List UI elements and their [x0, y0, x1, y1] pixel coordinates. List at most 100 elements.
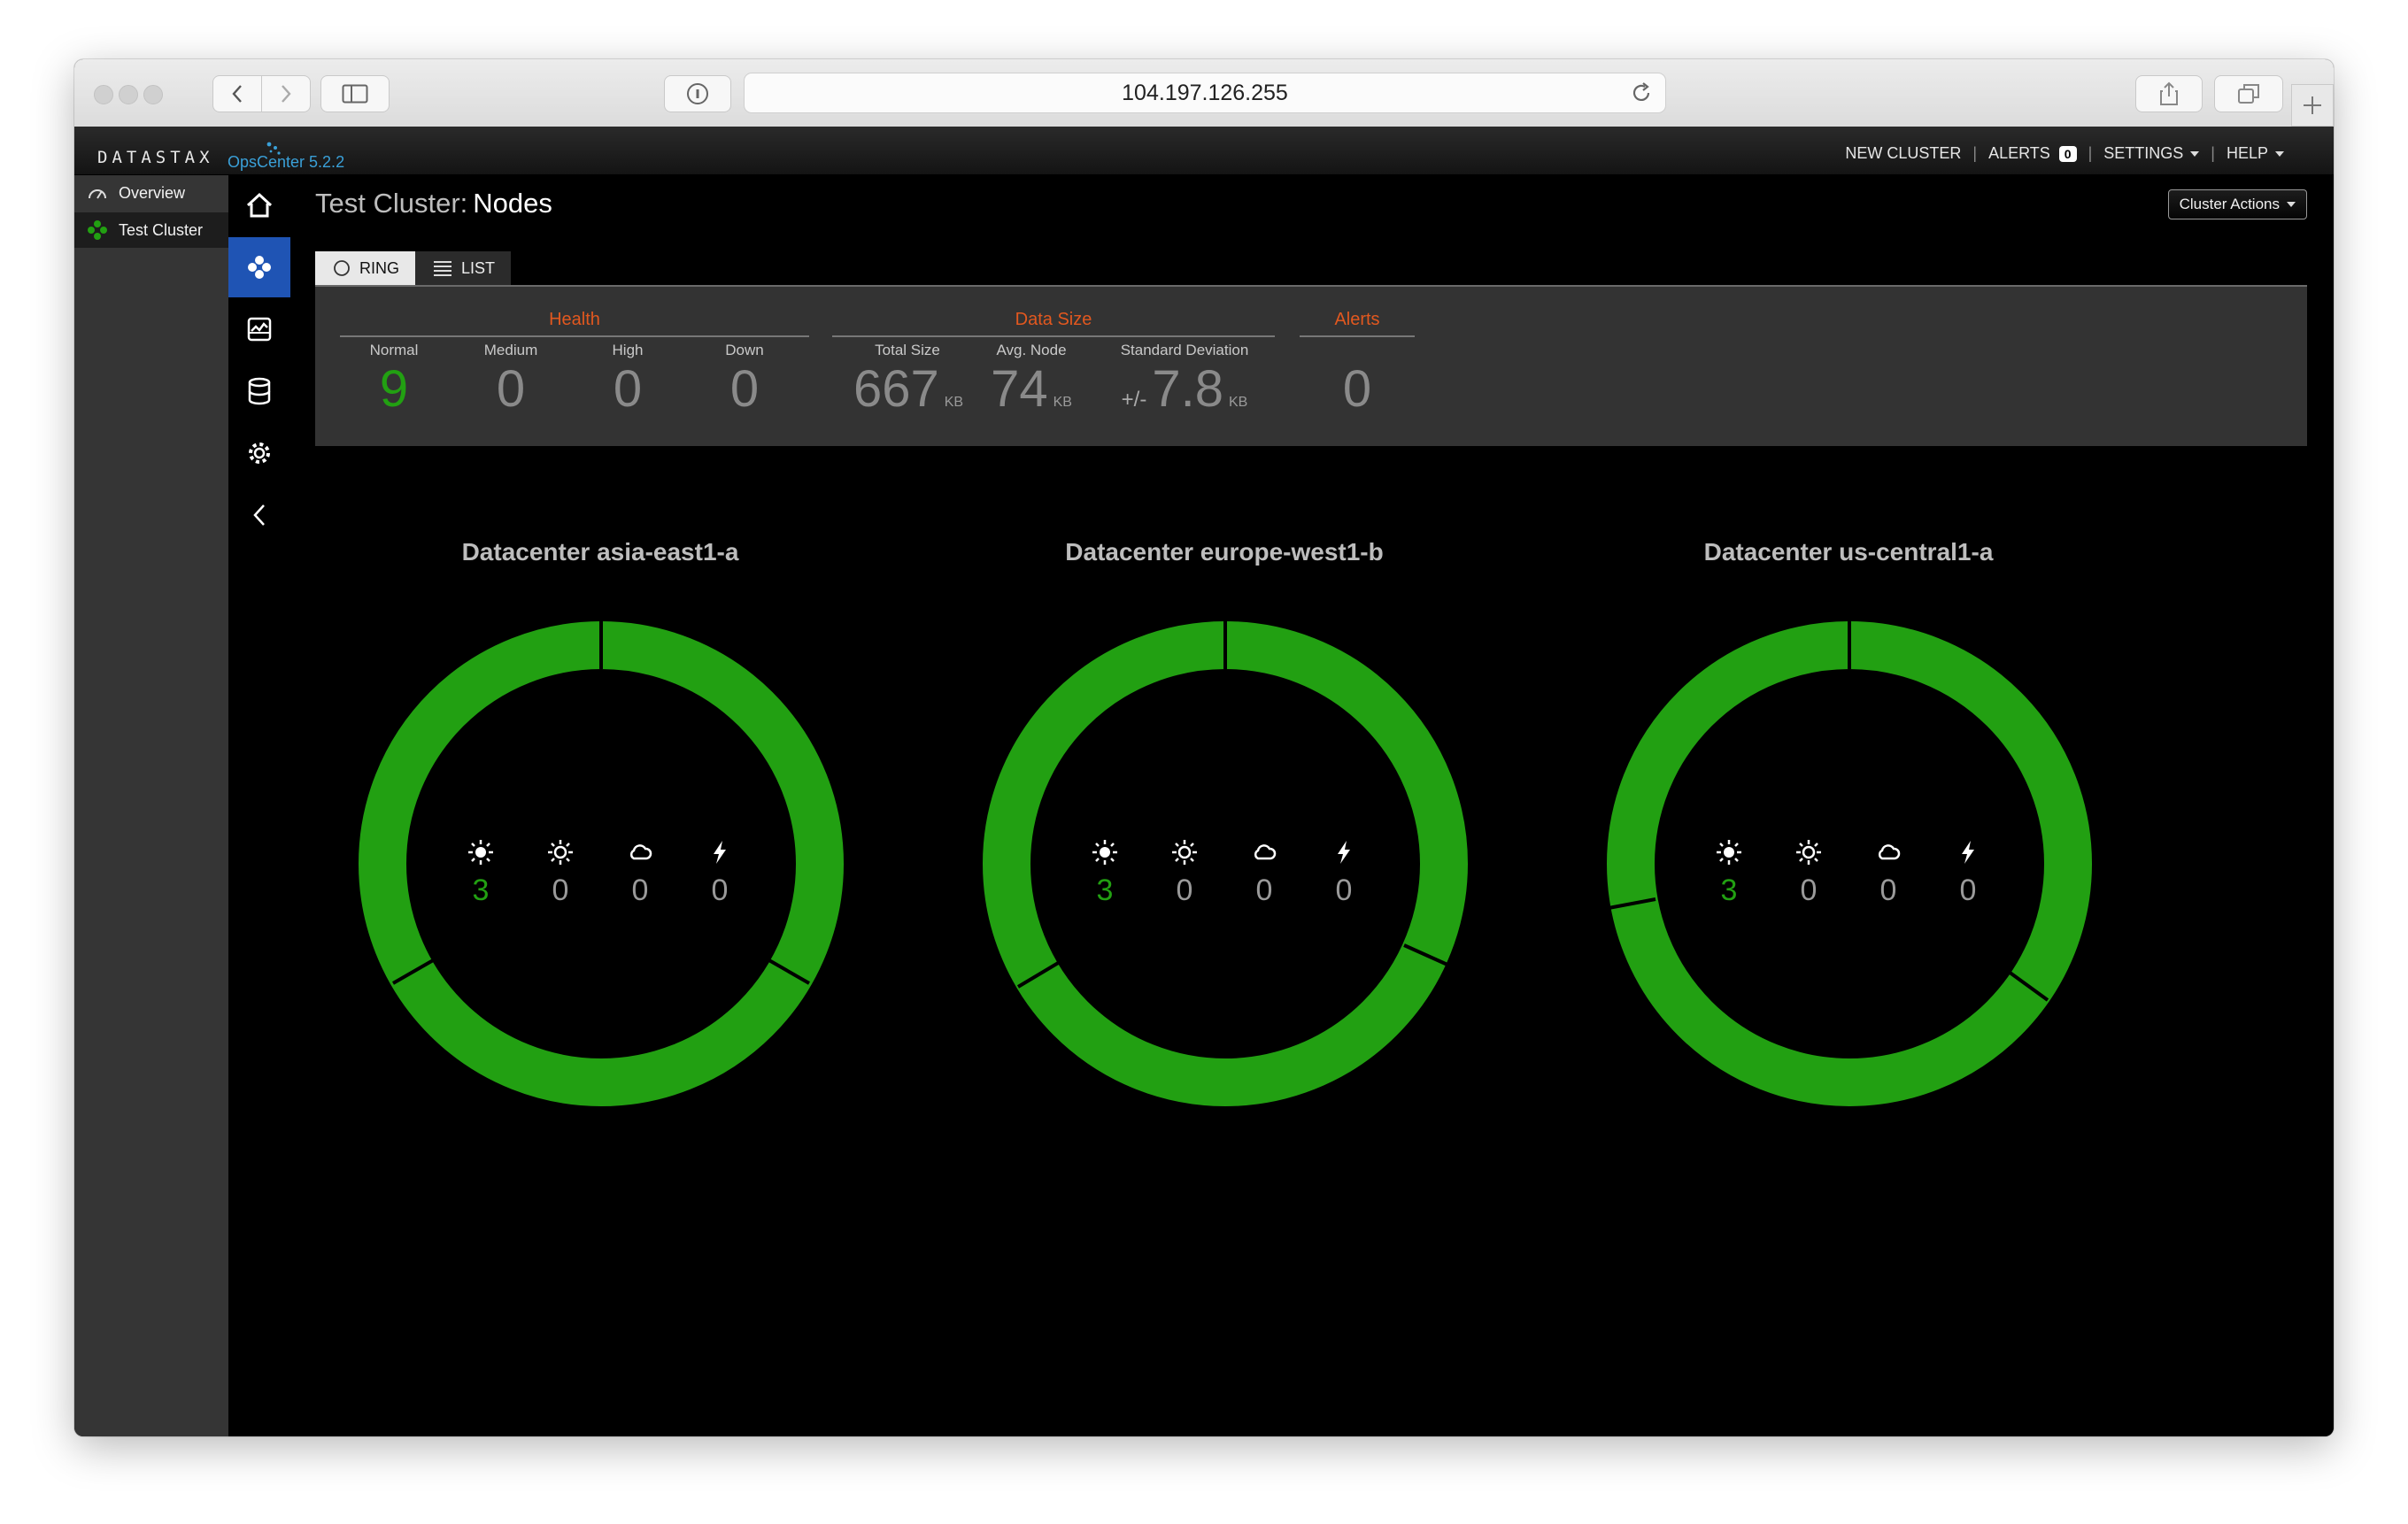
caret-down-icon — [2190, 151, 2200, 158]
avg-node-value: 74 KB — [965, 359, 1098, 419]
left-sidebar: Overview Test Cluster — [74, 175, 228, 1436]
total-size-unit: KB — [944, 395, 964, 410]
cloud-icon — [1254, 844, 1277, 860]
normal-sun-icon — [1717, 840, 1741, 865]
stat-value: 0 — [631, 874, 649, 907]
health-medium-label: Medium — [483, 342, 538, 358]
stat-value: 0 — [1335, 874, 1353, 907]
ring-icon — [334, 260, 350, 276]
info-icon — [687, 83, 708, 104]
sidebar-item-label: Overview — [119, 183, 186, 202]
health-normal-value: 9 — [379, 360, 409, 418]
stat-value: 0 — [1879, 874, 1897, 907]
minimize-window-button[interactable] — [119, 85, 138, 104]
close-window-button[interactable] — [94, 85, 113, 104]
url-text: 104.197.126.255 — [1122, 80, 1288, 105]
share-icon — [2160, 81, 2178, 105]
normal-sun-icon — [468, 840, 493, 865]
alerts-value[interactable]: 0 — [1300, 359, 1415, 419]
cloud-icon — [629, 844, 652, 860]
stat-normal: 3 — [1065, 839, 1145, 908]
cluster-icon — [88, 220, 107, 240]
alerts-link[interactable]: ALERTS 0 — [1988, 144, 2077, 163]
plus-icon — [2304, 96, 2321, 114]
sidebar-toggle-button[interactable] — [320, 75, 390, 112]
stat-value: 0 — [1800, 874, 1818, 907]
medium-sun-icon — [1796, 840, 1821, 865]
privacy-report-button[interactable] — [664, 75, 731, 112]
health-normal-label: Normal — [369, 342, 419, 358]
sidebar-item-test-cluster[interactable]: Test Cluster — [74, 212, 228, 248]
stat-value: 0 — [1959, 874, 1977, 907]
tab-overview-button[interactable] — [2214, 75, 2283, 112]
rail-settings[interactable] — [228, 423, 290, 483]
stat-medium: 0 — [1145, 839, 1224, 908]
datacenter-stats: 3 0 0 0 — [1689, 839, 2008, 908]
stat-down: 0 — [1928, 839, 2008, 908]
stat-value: 3 — [472, 874, 490, 907]
total-size-value: 667 KB — [837, 359, 979, 419]
total-size-label: Total Size — [875, 342, 940, 358]
summary-panel: Health Normal Medium High Down 9 0 0 0 D… — [315, 287, 2307, 446]
tabs-icon — [2238, 84, 2259, 104]
stat-high: 0 — [600, 839, 680, 908]
rail-collapse[interactable] — [228, 485, 290, 545]
stat-value: 0 — [1176, 874, 1193, 907]
settings-menu[interactable]: SETTINGS — [2103, 144, 2200, 163]
forward-button[interactable] — [261, 75, 311, 112]
avg-node-number: 74 — [991, 360, 1048, 418]
std-dev-value: +/- 7.8 KB — [1105, 359, 1264, 419]
tab-ring[interactable]: RING — [315, 251, 415, 285]
brand-logo: DATASTAX — [97, 148, 214, 167]
std-dev-label: Standard Deviation — [1120, 342, 1249, 358]
rail-home[interactable] — [228, 175, 290, 235]
help-label: HELP — [2226, 144, 2268, 162]
sidebar-icon — [342, 84, 368, 104]
database-icon — [248, 377, 271, 405]
back-button[interactable] — [212, 75, 262, 112]
rail-nodes[interactable] — [228, 237, 290, 297]
avg-node-label: Avg. Node — [996, 342, 1067, 358]
health-group-rule — [340, 335, 809, 337]
std-dev-number: 7.8 — [1152, 360, 1223, 418]
page-title-prefix: Test Cluster: — [315, 188, 468, 219]
browser-toolbar: 104.197.126.255 — [74, 59, 2334, 127]
stat-down: 0 — [680, 839, 760, 908]
datacenter-title: Datacenter asia-east1-a — [461, 538, 739, 566]
health-group-title: Health — [549, 310, 600, 329]
rail-dashboard[interactable] — [228, 299, 290, 359]
help-menu[interactable]: HELP — [2227, 144, 2284, 163]
caret-down-icon — [2275, 151, 2284, 158]
app-version: OpsCenter 5.2.2 — [228, 153, 345, 171]
stat-value: 0 — [552, 874, 569, 907]
page-title-main: Nodes — [473, 188, 552, 219]
stat-normal: 3 — [441, 839, 521, 908]
stat-value: 0 — [711, 874, 729, 907]
rail-database[interactable] — [228, 361, 290, 421]
health-down-label: Down — [725, 342, 764, 358]
tab-list[interactable]: LIST — [415, 251, 512, 285]
new-tab-button[interactable] — [2291, 84, 2334, 127]
health-medium-value: 0 — [496, 360, 526, 418]
sidebar-item-label: Test Cluster — [119, 220, 204, 239]
cluster-actions-button[interactable]: Cluster Actions — [2167, 189, 2307, 219]
datacenter-title: Datacenter us-central1-a — [1703, 538, 1994, 566]
address-bar[interactable]: 104.197.126.255 — [744, 73, 1666, 113]
datacenter-stats: 3 0 0 0 — [441, 839, 760, 908]
datacenter-stats: 3 0 0 0 — [1065, 839, 1384, 908]
cluster-actions-label: Cluster Actions — [2179, 196, 2280, 212]
sidebar-item-overview[interactable]: Overview — [74, 175, 228, 211]
zoom-window-button[interactable] — [143, 85, 163, 104]
icon-rail — [228, 175, 290, 1436]
health-high-label: High — [612, 342, 644, 358]
health-down-value: 0 — [729, 360, 760, 418]
share-button[interactable] — [2135, 75, 2203, 112]
tab-label: RING — [359, 258, 399, 277]
settings-label: SETTINGS — [2103, 144, 2184, 162]
lightning-icon — [1338, 841, 1350, 864]
chevron-right-icon — [282, 85, 291, 103]
datacenter-title: Datacenter europe-west1-b — [1065, 538, 1384, 566]
gauge-icon — [89, 189, 106, 199]
reload-icon[interactable] — [1630, 81, 1653, 104]
new-cluster-link[interactable]: NEW CLUSTER — [1845, 144, 1961, 163]
